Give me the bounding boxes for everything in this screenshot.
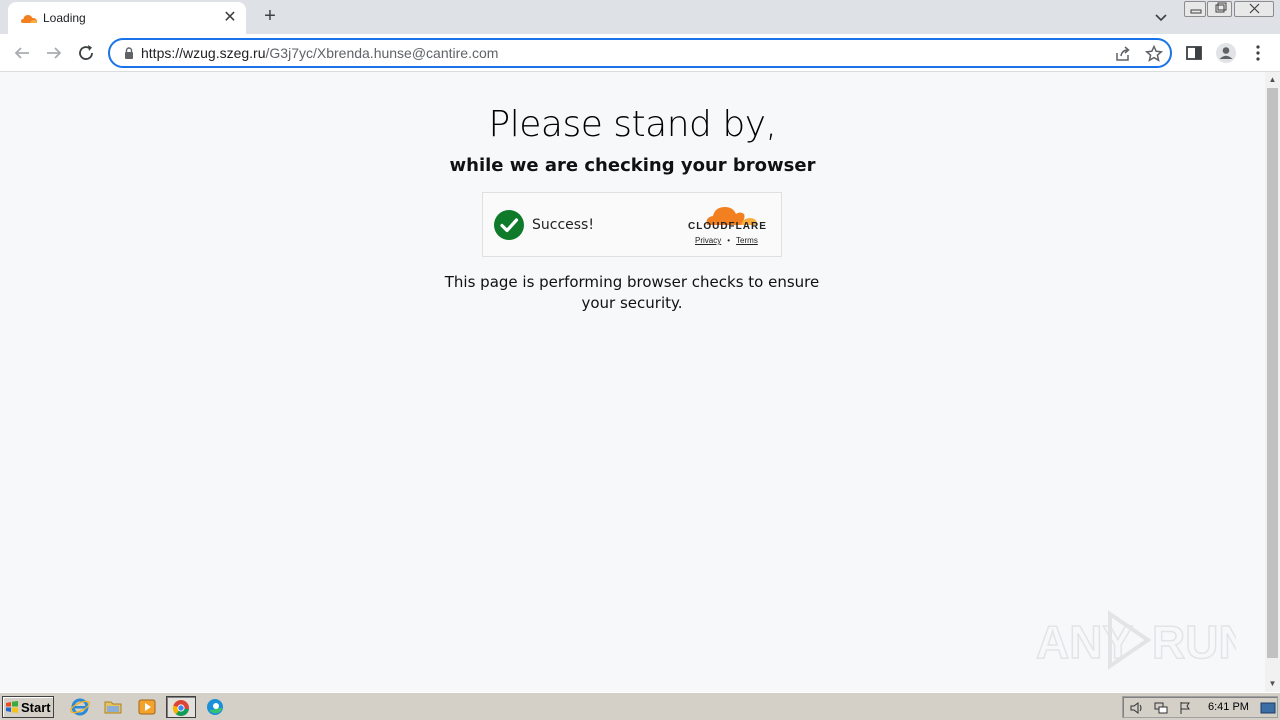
reload-icon[interactable] bbox=[74, 41, 98, 65]
privacy-link[interactable]: Privacy bbox=[695, 236, 721, 245]
lock-icon[interactable] bbox=[122, 46, 136, 60]
restore-window-button[interactable] bbox=[1207, 1, 1232, 17]
scrollbar-thumb[interactable] bbox=[1267, 88, 1278, 658]
forward-arrow-icon[interactable] bbox=[42, 41, 66, 65]
folder-icon[interactable] bbox=[102, 697, 124, 717]
taskbar-clock[interactable]: 6:41 PM bbox=[1208, 701, 1249, 713]
page-heading: Please stand by, bbox=[488, 104, 777, 145]
url-host: https://wzug.szeg.ru bbox=[141, 45, 266, 61]
network-icon[interactable] bbox=[1153, 700, 1169, 716]
internet-explorer-icon[interactable] bbox=[69, 697, 91, 717]
link-separator: • bbox=[727, 236, 731, 245]
chrome-icon bbox=[172, 700, 189, 716]
url-path: /G3j7yc/Xbrenda.hunse@cantire.com bbox=[265, 45, 499, 61]
tab-strip: Loading ✕ + bbox=[0, 0, 1280, 34]
tab-search-chevron-icon[interactable] bbox=[1150, 6, 1172, 28]
bookmark-star-icon[interactable] bbox=[1144, 44, 1164, 64]
cloudflare-favicon-icon bbox=[21, 15, 37, 23]
anyrun-watermark: ANY RUN bbox=[1036, 610, 1236, 670]
profile-avatar-icon[interactable] bbox=[1214, 41, 1238, 65]
side-panel-icon[interactable] bbox=[1182, 41, 1206, 65]
success-checkmark-icon bbox=[494, 210, 524, 240]
share-icon[interactable] bbox=[1113, 44, 1133, 64]
volume-icon[interactable] bbox=[1129, 700, 1145, 716]
success-text: Success! bbox=[532, 217, 594, 233]
address-bar[interactable]: https://wzug.szeg.ru/G3j7yc/Xbrenda.huns… bbox=[108, 38, 1172, 68]
close-window-button[interactable] bbox=[1234, 1, 1274, 17]
cloudflare-challenge-widget[interactable]: Success! CLOUDFLARE Privacy • Terms bbox=[482, 192, 782, 257]
scroll-down-arrow-icon[interactable]: ▼ bbox=[1265, 677, 1280, 691]
page-description: This page is performing browser checks t… bbox=[444, 273, 820, 312]
more-menu-icon[interactable] bbox=[1246, 41, 1270, 65]
edge-icon[interactable] bbox=[204, 697, 226, 717]
page-scrollbar[interactable]: ▲ ▼ bbox=[1265, 72, 1280, 692]
terms-link[interactable]: Terms bbox=[736, 236, 758, 245]
tab-title: Loading bbox=[43, 11, 86, 25]
show-desktop-icon[interactable] bbox=[1260, 700, 1276, 716]
windows-logo-icon bbox=[6, 701, 18, 713]
watermark-run: RUN bbox=[1152, 616, 1236, 668]
start-button[interactable]: Start bbox=[2, 696, 54, 718]
system-tray bbox=[1122, 696, 1278, 718]
scroll-up-arrow-icon[interactable]: ▲ bbox=[1265, 73, 1280, 87]
new-tab-button[interactable]: + bbox=[259, 5, 281, 27]
media-player-icon[interactable] bbox=[136, 697, 158, 717]
cloudflare-links: Privacy • Terms bbox=[695, 236, 758, 245]
back-arrow-icon[interactable] bbox=[10, 41, 34, 65]
url-text: https://wzug.szeg.ru/G3j7yc/Xbrenda.huns… bbox=[141, 45, 498, 61]
cloudflare-wordmark: CLOUDFLARE bbox=[688, 221, 767, 232]
page-content: Please stand by, while we are checking y… bbox=[0, 72, 1265, 692]
tab-loading[interactable]: Loading ✕ bbox=[8, 2, 246, 34]
page-subheading: while we are checking your browser bbox=[449, 155, 816, 176]
action-center-flag-icon[interactable] bbox=[1178, 700, 1194, 716]
minimize-window-button[interactable] bbox=[1184, 1, 1206, 17]
browser-toolbar: https://wzug.szeg.ru/G3j7yc/Xbrenda.huns… bbox=[0, 34, 1280, 72]
windows-taskbar: Start 6:41 PM bbox=[0, 692, 1280, 720]
start-label: Start bbox=[21, 700, 51, 715]
close-tab-icon[interactable]: ✕ bbox=[220, 8, 240, 28]
chrome-taskbar-button[interactable] bbox=[166, 696, 196, 718]
